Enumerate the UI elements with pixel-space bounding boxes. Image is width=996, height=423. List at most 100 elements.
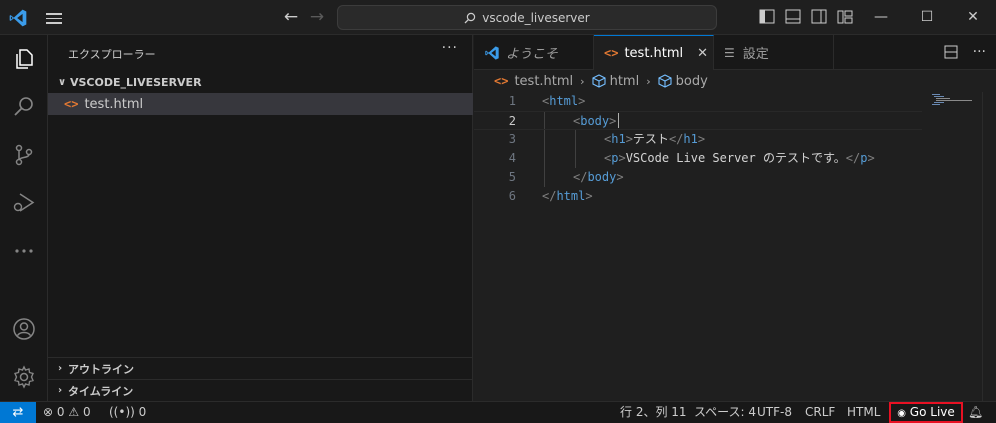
breadcrumb: <> test.html › html › body [474,70,996,92]
explorer-activity[interactable] [0,35,48,83]
run-debug-activity[interactable] [0,179,48,227]
line-number: 1 [508,94,516,108]
breadcrumb-item-html[interactable]: html [610,74,640,89]
back-arrow-icon[interactable]: ← [280,6,302,28]
toggle-secondary-sidebar-icon[interactable] [809,8,829,26]
title-bar: ← → vscode_liveserver — ☐ ✕ [0,0,996,35]
code-line: 4 <p>VSCode Live Server のテストです。</p> [474,149,922,168]
warning-count: 0 [82,405,91,419]
vertical-scrollbar[interactable] [982,92,996,401]
broadcast-icon: ◉ [897,408,906,419]
encoding[interactable]: UTF-8 [757,402,792,423]
gear-icon [14,365,34,389]
ellipsis-icon [15,249,33,253]
end-of-line[interactable]: CRLF [805,402,835,423]
tab-label: ようこそ [506,47,559,62]
cursor-position[interactable]: 行 2、列 11 [620,402,687,423]
symbol-element-icon [592,74,606,88]
line-number: 6 [508,189,516,203]
ports-indicator[interactable]: ((•)) 0 [109,402,146,423]
search-activity[interactable] [0,83,48,131]
code-line: 6 </html> [474,187,922,206]
maximize-button[interactable]: ☐ [904,0,950,35]
go-live-label: Go Live [909,405,955,419]
manage-activity[interactable] [0,353,48,401]
warning-icon: ⚠ [68,405,80,419]
tab-label: 設定 [742,47,769,62]
customize-layout-icon[interactable] [835,8,855,26]
html-file-icon: <> [64,97,79,111]
code-line-current: 2 <body> [474,111,922,130]
html-file-icon: <> [494,74,509,88]
vscode-logo-icon [485,45,499,60]
run-debug-icon [13,193,35,212]
code-line: 3 <h1>テスト</h1> [474,130,922,149]
line-number: 3 [508,132,516,146]
ports-count: 0 [138,405,147,419]
toggle-primary-sidebar-icon[interactable] [757,8,777,26]
outline-label: アウトライン [68,362,134,376]
chevron-right-icon: › [57,363,63,374]
timeline-label: タイムライン [68,384,134,398]
chevron-right-icon: › [646,74,651,88]
status-bar: ⇄ ⊗ 0 ⚠ 0 ((•)) 0 行 2、列 11 スペース: 4 UTF-8… [0,401,996,423]
breadcrumb-item-body[interactable]: body [676,74,708,89]
source-control-activity[interactable] [0,131,48,179]
line-number: 2 [508,114,516,128]
close-icon[interactable]: ✕ [697,46,708,61]
minimap[interactable] [922,92,982,401]
remote-indicator[interactable]: ⇄ [0,402,36,423]
tab-settings[interactable]: ☰ 設定 [714,35,834,70]
tab-test-html[interactable]: <> test.html ✕ [594,35,714,70]
chevron-right-icon: › [580,74,585,88]
error-icon: ⊗ [43,405,54,419]
bell-icon[interactable]: 🔔︎ [968,402,983,423]
toggle-panel-icon[interactable] [783,8,803,26]
minimize-button[interactable]: — [858,0,904,35]
close-window-button[interactable]: ✕ [950,0,996,35]
sidebar-more-actions[interactable]: ··· [442,40,458,56]
code-text: </html> [542,189,593,203]
settings-list-icon: ☰ [724,45,735,60]
more-actions-icon[interactable]: ··· [973,44,986,60]
editor-tabs: ようこそ <> test.html ✕ ☰ 設定 ··· [474,35,996,70]
search-icon [464,12,476,23]
sidebar-title: エクスプローラー [68,48,156,61]
language-mode[interactable]: HTML [847,402,880,423]
chevron-right-icon: › [57,385,63,396]
more-activity[interactable] [0,227,48,275]
vscode-logo-icon [9,9,27,27]
split-editor-icon[interactable] [943,44,959,60]
indentation[interactable]: スペース: 4 [694,402,756,423]
accounts-activity[interactable] [0,305,48,353]
symbol-element-icon [658,74,672,88]
go-live-button[interactable]: ◉ Go Live [889,402,963,423]
tab-label: test.html [624,45,684,61]
account-icon [13,318,35,340]
outline-section-header[interactable]: › アウトライン [48,357,473,379]
forward-arrow-icon[interactable]: → [306,6,328,28]
code-text: </body> [573,170,624,184]
breadcrumb-item-file[interactable]: test.html [514,74,573,89]
folder-section-header[interactable]: ∨ VSCODE_LIVESERVER [48,71,473,93]
text-cursor [618,113,619,128]
code-editor[interactable]: 1 <html> 2 <body> 3 <h1>テスト</h1> 4 <p>VS… [474,92,996,401]
command-center-search[interactable]: vscode_liveserver [337,5,717,30]
code-text: <html> [542,94,586,108]
chevron-down-icon: ∨ [57,76,67,88]
activity-bar [0,35,48,401]
file-item-test-html[interactable]: <> test.html [48,93,473,115]
html-file-icon: <> [604,46,619,60]
timeline-section-header[interactable]: › タイムライン [48,379,473,401]
search-text: vscode_liveserver [482,10,590,25]
code-text: <h1>テスト</h1> [604,132,706,146]
editor-actions: ··· [943,44,986,60]
code-line: 1 <html> [474,92,922,111]
error-count: 0 [56,405,65,419]
folder-name: VSCODE_LIVESERVER [70,75,202,89]
code-text: <body> [573,114,617,128]
tab-welcome[interactable]: ようこそ [474,35,594,70]
menu-icon[interactable] [44,10,64,26]
file-name: test.html [84,96,144,112]
problems-indicator[interactable]: ⊗ 0 ⚠ 0 [43,402,91,423]
